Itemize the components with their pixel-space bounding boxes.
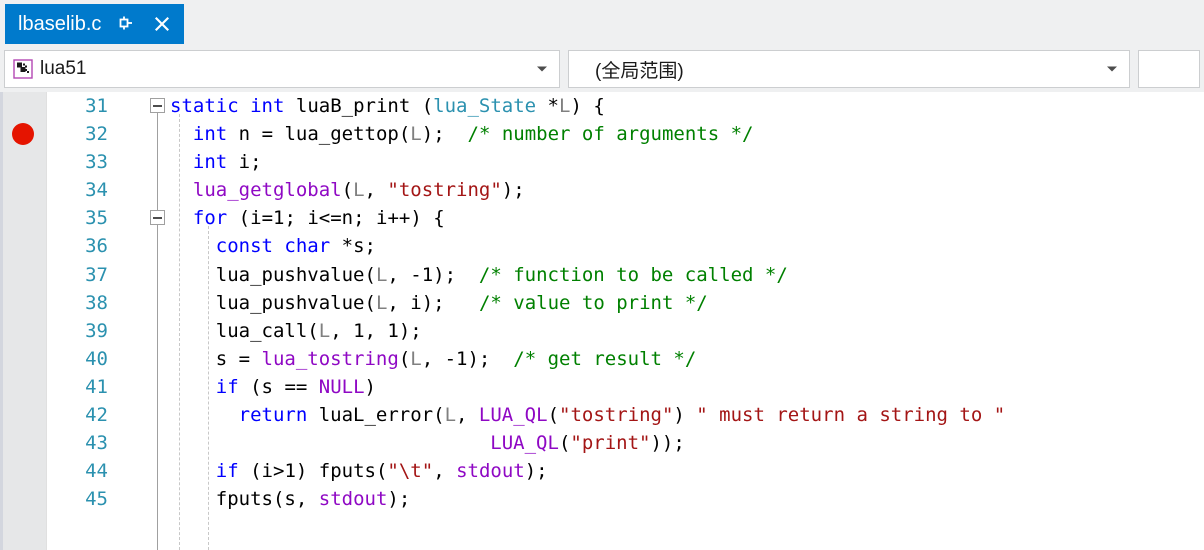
code-line-text: fputs(s, stdout);	[215, 488, 411, 511]
code-line[interactable]: 35 for (i=1; i<=n; i++) {	[0, 204, 1204, 232]
code-line[interactable]: 41 if (s == NULL)	[0, 373, 1204, 401]
code-text-area[interactable]: 31 static int luaB_print (lua_State *L) {…	[0, 92, 1204, 550]
code-line-text: const char *s;	[215, 235, 376, 258]
code-line[interactable]: 45 fputs(s, stdout);	[0, 485, 1204, 513]
line-number: 33	[85, 151, 108, 174]
code-line-text: if (s == NULL)	[215, 375, 376, 398]
editor-navigation-bar: lua51 (全局范围)	[0, 46, 1204, 92]
line-number: 39	[85, 319, 108, 342]
line-number: 37	[85, 263, 108, 286]
line-number: 45	[85, 488, 108, 511]
pin-icon[interactable]	[112, 11, 138, 37]
code-line[interactable]: 44 if (i>1) fputs("\t", stdout);	[0, 457, 1204, 485]
line-number: 40	[85, 347, 108, 370]
code-line-text: return luaL_error(L, LUA_QL("tostring") …	[238, 404, 1006, 427]
project-dropdown[interactable]: lua51	[4, 50, 560, 88]
line-number: 36	[85, 235, 108, 258]
code-line[interactable]: 34 lua_getglobal(L, "tostring");	[0, 176, 1204, 204]
project-dropdown-value: lua51	[40, 58, 87, 79]
line-number: 34	[85, 179, 108, 202]
document-tab-strip: lbaselib.c	[0, 0, 1204, 46]
code-line-text: s = lua_tostring(L, -1); /* get result *…	[215, 347, 697, 370]
line-number: 44	[85, 460, 108, 483]
scope-dropdown-value: (全局范围)	[595, 60, 684, 82]
fold-toggle-line-31[interactable]	[150, 98, 165, 113]
code-line[interactable]: 32 int n = lua_gettop(L); /* number of a…	[0, 120, 1204, 148]
code-line[interactable]: 36 const char *s;	[0, 232, 1204, 260]
code-line-text: static int luaB_print (lua_State *L) {	[170, 95, 605, 117]
close-icon[interactable]	[149, 11, 175, 37]
code-line-text: int i;	[192, 151, 262, 174]
code-line[interactable]: 39 lua_call(L, 1, 1);	[0, 317, 1204, 345]
code-line-text: if (i>1) fputs("\t", stdout);	[215, 460, 548, 483]
fold-region-line	[157, 113, 158, 550]
code-line[interactable]: 43 LUA_QL("print"));	[0, 429, 1204, 457]
code-line[interactable]: 31 static int luaB_print (lua_State *L) {	[0, 92, 1204, 120]
breakpoint-glyph[interactable]	[12, 123, 34, 146]
code-line[interactable]: 42 return luaL_error(L, LUA_QL("tostring…	[0, 401, 1204, 429]
code-editor[interactable]: 31 static int luaB_print (lua_State *L) {…	[0, 92, 1204, 550]
code-line-text: int n = lua_gettop(L); /* number of argu…	[192, 123, 754, 146]
code-line[interactable]: 37 lua_pushvalue(L, -1); /* function to …	[0, 261, 1204, 289]
chevron-down-icon[interactable]	[1107, 66, 1117, 72]
code-line[interactable]: 40 s = lua_tostring(L, -1); /* get resul…	[0, 345, 1204, 373]
indent-guide-1	[179, 114, 180, 550]
document-tab-label: lbaselib.c	[18, 12, 102, 35]
code-line[interactable]: 38 lua_pushvalue(L, i); /* value to prin…	[0, 289, 1204, 317]
line-number: 42	[85, 404, 108, 427]
code-line-text: LUA_QL("print"));	[490, 432, 685, 455]
line-number: 35	[85, 207, 108, 230]
visual-studio-editor-window: lbaselib.c lua51 (全局范围) 31 static int lu…	[0, 0, 1204, 550]
member-dropdown[interactable]	[1138, 50, 1200, 88]
line-number: 31	[85, 95, 108, 117]
line-number: 41	[85, 375, 108, 398]
line-number: 43	[85, 432, 108, 455]
indent-guide-2	[208, 226, 209, 550]
document-tab-lbaselib-c[interactable]: lbaselib.c	[5, 4, 185, 44]
code-line[interactable]: 33 int i;	[0, 148, 1204, 176]
code-line-text: for (i=1; i<=n; i++) {	[192, 207, 445, 230]
chevron-down-icon[interactable]	[537, 66, 547, 72]
line-number: 38	[85, 291, 108, 314]
code-line-text: lua_pushvalue(L, -1); /* function to be …	[215, 263, 788, 286]
project-icon	[12, 58, 34, 80]
code-line-text: lua_getglobal(L, "tostring");	[192, 179, 525, 202]
code-line-text: lua_pushvalue(L, i); /* value to print *…	[215, 291, 708, 314]
scope-dropdown[interactable]: (全局范围)	[568, 50, 1130, 88]
fold-toggle-line-35[interactable]	[150, 210, 165, 225]
